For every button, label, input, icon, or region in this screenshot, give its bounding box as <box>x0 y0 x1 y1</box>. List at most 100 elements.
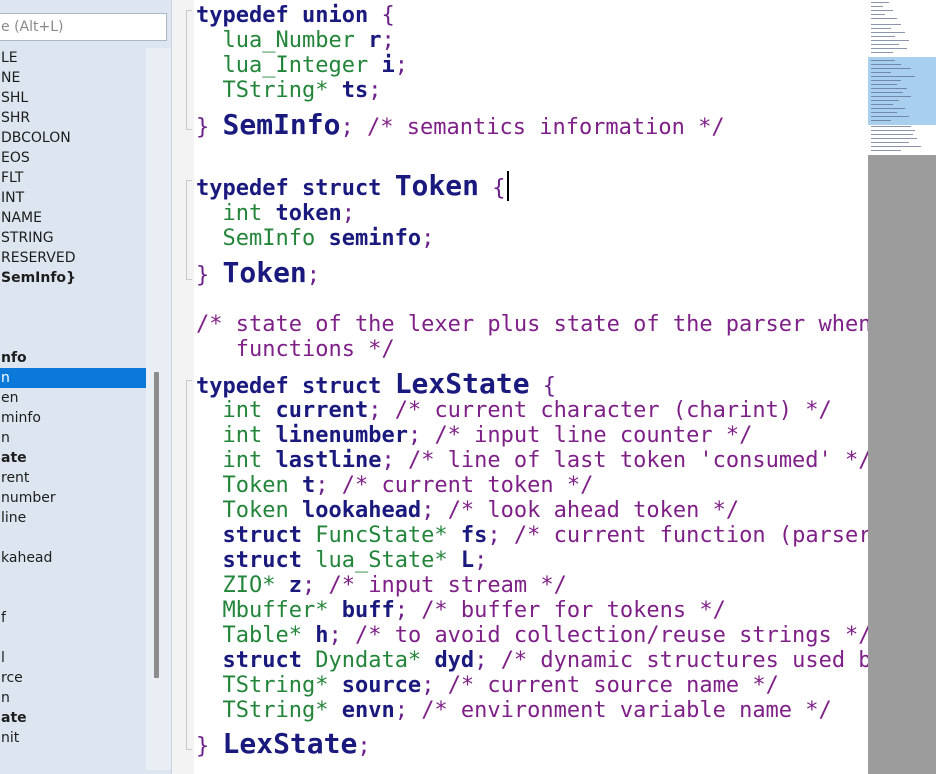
code-line: } SemInfo; /* semantics information */ <box>196 109 725 141</box>
symbol-list-item[interactable]: FLT <box>0 168 146 188</box>
symbol-list-panel: LENESHLSHRDBCOLONEOSFLTINTNAMESTRINGRESE… <box>0 0 171 774</box>
code-token-punctuation: { <box>529 374 557 399</box>
symbol-list-item[interactable]: n <box>0 428 146 448</box>
minimap-line <box>871 40 909 41</box>
minimap-line <box>871 112 897 113</box>
symbol-list-item[interactable]: SemInfo} <box>0 268 146 288</box>
minimap-line <box>871 92 903 93</box>
minimap-line <box>871 2 889 3</box>
symbol-list-item[interactable]: NE <box>0 68 146 88</box>
code-token-keyword: typedef union <box>196 3 382 28</box>
code-token-identifier: t <box>301 473 316 498</box>
code-token-type-name: TString* <box>196 673 342 698</box>
code-token-type-declaration: LexState <box>394 367 530 400</box>
minimap-line <box>871 138 917 139</box>
symbol-list-item[interactable]: ate <box>0 708 146 728</box>
code-token-type-name: lua_State* <box>315 548 461 573</box>
code-line: SemInfo seminfo; <box>196 226 434 251</box>
code-token-comment: /* current function (parser) */ <box>513 523 868 548</box>
code-token-punctuation: } <box>196 263 223 288</box>
symbol-list-item[interactable] <box>0 528 146 548</box>
code-token-identifier: buff <box>341 598 395 623</box>
symbol-list-scrollbar[interactable] <box>146 48 171 770</box>
symbol-list-item[interactable] <box>0 288 146 308</box>
symbol-list-item[interactable] <box>0 328 146 348</box>
minimap-line <box>871 48 907 49</box>
fold-marker[interactable] <box>186 10 192 130</box>
minimap-line <box>871 96 911 97</box>
minimap-line <box>871 120 891 121</box>
symbol-list-item[interactable]: ate <box>0 448 146 468</box>
symbol-list-item[interactable]: NAME <box>0 208 146 228</box>
code-token-type-name: Mbuffer* <box>196 598 342 623</box>
symbol-list-item[interactable]: EOS <box>0 148 146 168</box>
code-token-punctuation: ; <box>381 28 395 53</box>
code-token-punctuation: ; <box>421 226 435 251</box>
minimap-line <box>871 142 909 143</box>
code-token-keyword: typedef struct <box>196 176 395 201</box>
fold-marker[interactable] <box>186 180 192 280</box>
symbol-search-box[interactable] <box>0 13 167 41</box>
symbol-list-item[interactable]: SHR <box>0 108 146 128</box>
code-token-punctuation: { <box>381 3 395 28</box>
code-token-comment: /* buffer for tokens */ <box>421 598 726 623</box>
symbol-list-item[interactable]: SHL <box>0 88 146 108</box>
code-token-punctuation: } <box>196 115 223 140</box>
code-token-punctuation: ; <box>357 734 371 759</box>
minimap-line <box>871 60 895 61</box>
symbol-list-item[interactable]: RESERVED <box>0 248 146 268</box>
symbol-list-item[interactable]: n <box>0 688 146 708</box>
minimap-line <box>871 6 883 7</box>
code-token-type-name: Token <box>196 498 302 523</box>
symbol-list-item[interactable]: LE <box>0 48 146 68</box>
symbol-list-item[interactable]: kahead <box>0 548 146 568</box>
symbol-search-input[interactable] <box>0 14 161 40</box>
symbol-list-item[interactable]: DBCOLON <box>0 128 146 148</box>
minimap-line <box>871 72 891 73</box>
symbol-list-item[interactable] <box>0 568 146 588</box>
code-token-comment: /* current token */ <box>341 473 594 498</box>
symbol-list-item[interactable]: STRING <box>0 228 146 248</box>
code-line: typedef struct LexState { <box>196 368 556 400</box>
code-line: Mbuffer* buff; /* buffer for tokens */ <box>196 598 726 623</box>
minimap-line <box>871 64 901 65</box>
code-token-identifier: dyd <box>434 648 475 673</box>
minimap-line <box>871 84 897 85</box>
symbol-list-item[interactable] <box>0 308 146 328</box>
code-token-type-name: lua_Integer <box>196 53 382 78</box>
code-token-punctuation: ; <box>306 263 321 288</box>
minimap-line <box>871 52 893 53</box>
code-token-identifier: i <box>381 53 395 78</box>
symbol-list-item[interactable]: nit <box>0 728 146 748</box>
symbol-list-item[interactable]: INT <box>0 188 146 208</box>
minimap-line <box>871 130 915 131</box>
code-token-punctuation: ; <box>474 548 488 573</box>
symbol-list-item[interactable]: rce <box>0 668 146 688</box>
minimap-line <box>871 80 901 81</box>
symbol-list-item[interactable]: f <box>0 608 146 628</box>
minimap-line <box>871 126 911 127</box>
code-token-identifier: token <box>275 201 342 226</box>
minimap-line <box>871 100 899 101</box>
minimap[interactable] <box>868 0 936 774</box>
code-token-identifier: L <box>460 548 475 573</box>
scrollbar-thumb[interactable] <box>154 372 159 678</box>
symbol-list-item[interactable] <box>0 628 146 648</box>
symbol-list-item[interactable]: l <box>0 648 146 668</box>
symbol-list-item[interactable]: nfo <box>0 348 146 368</box>
symbol-list-item[interactable]: rent <box>0 468 146 488</box>
code-editor[interactable]: typedef union { lua_Number r; lua_Intege… <box>196 3 868 774</box>
symbol-list-item[interactable]: en <box>0 388 146 408</box>
code-token-identifier: linenumber <box>275 423 408 448</box>
symbol-list-item[interactable] <box>0 588 146 608</box>
symbol-list-item[interactable]: number <box>0 488 146 508</box>
symbol-list-item[interactable]: line <box>0 508 146 528</box>
code-line: int current; /* current character (chari… <box>196 398 831 423</box>
symbol-list-item[interactable]: n <box>0 368 146 388</box>
code-token-identifier: envn <box>341 698 395 723</box>
code-token-punctuation: ; <box>315 473 342 498</box>
code-line: TString* source; /* current source name … <box>196 673 778 698</box>
fold-marker[interactable] <box>186 380 192 750</box>
symbol-list-item[interactable]: minfo <box>0 408 146 428</box>
code-token-type-declaration: LexState <box>222 727 358 760</box>
